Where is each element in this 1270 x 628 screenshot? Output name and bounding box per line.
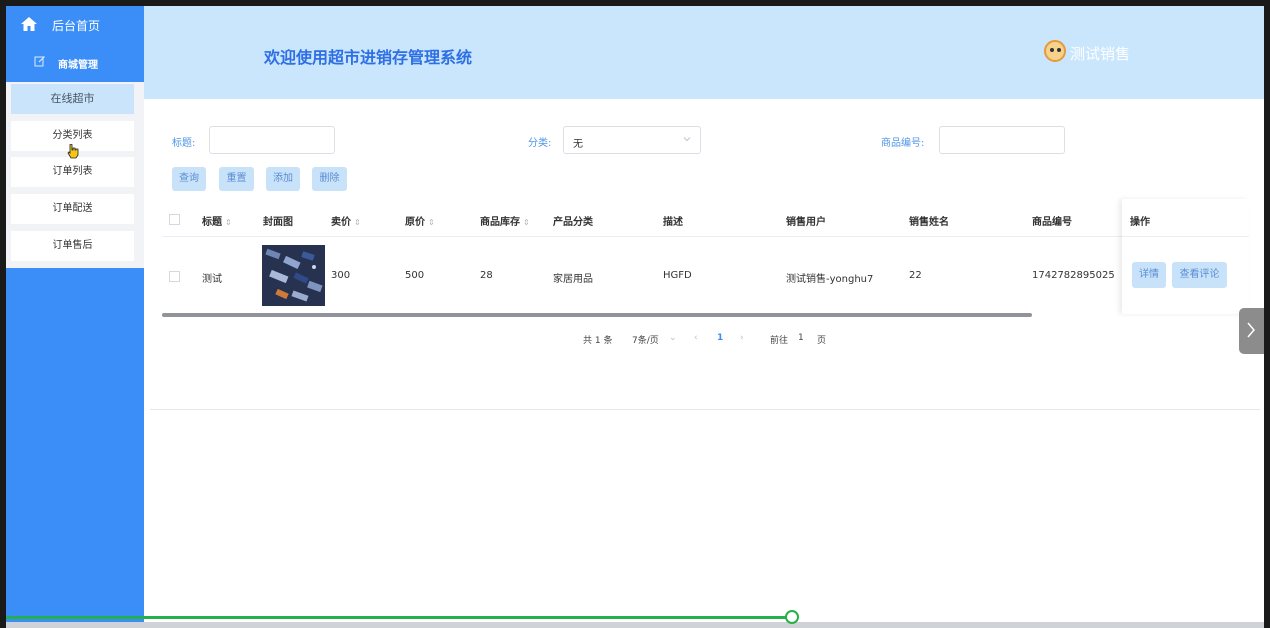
cell-category: 家居用品 (553, 274, 593, 285)
column-header-stock[interactable]: 商品库存 ⇕ (480, 213, 530, 228)
goto-label: 前往 (770, 336, 789, 346)
reset-button[interactable]: 重置 (219, 167, 254, 191)
cell-desc: HGFD (663, 270, 692, 281)
sort-icon[interactable]: ⇕ (523, 218, 530, 227)
operations-column: 操作 (1122, 199, 1249, 314)
column-header-code: 商品编号 (1032, 217, 1072, 228)
column-header-seller-name: 销售姓名 (909, 217, 949, 228)
sort-icon[interactable]: ⇕ (225, 218, 232, 227)
row-checkbox[interactable] (169, 271, 180, 282)
top-header: 欢迎使用超市进销存管理系统 测试销售 (144, 6, 1264, 99)
sidebar-submenu: 在线超市 分类列表 订单列表 订单配送 订单售后 (6, 82, 144, 268)
column-header-title[interactable]: 标题 ⇕ (202, 213, 232, 228)
column-header-orig-price[interactable]: 原价 ⇕ (405, 213, 435, 228)
cell-seller-user: 测试销售-yonghu7 (786, 274, 874, 285)
chevron-down-icon (683, 137, 691, 142)
table-header-divider (162, 236, 1247, 237)
product-image (262, 245, 325, 306)
column-header-category: 产品分类 (553, 217, 593, 228)
view-reviews-button[interactable]: 查看评论 (1172, 262, 1227, 288)
avatar[interactable] (1044, 40, 1066, 62)
progress-knob[interactable] (785, 610, 799, 624)
content-divider (150, 409, 1260, 410)
title-input[interactable] (209, 126, 335, 154)
sidebar-group-label: 商城管理 (58, 60, 98, 71)
detail-button[interactable]: 详情 (1132, 262, 1166, 288)
page-title: 欢迎使用超市进销存管理系统 (264, 48, 473, 67)
page-suffix: 页 (817, 336, 827, 346)
category-label: 分类: (528, 138, 552, 149)
query-button[interactable]: 查询 (172, 167, 206, 191)
page-size-select[interactable]: 7条/页 (632, 333, 659, 346)
column-header-seller-user: 销售用户 (786, 217, 826, 228)
column-price-label: 卖价 (331, 217, 351, 228)
sidebar-item-online-market[interactable]: 在线超市 (11, 84, 134, 114)
column-title-label: 标题 (202, 217, 222, 228)
pagination-total: 共 1 条 (583, 336, 613, 346)
sort-icon[interactable]: ⇕ (428, 218, 435, 227)
prev-page-icon[interactable]: ‹ (694, 333, 698, 343)
user-name[interactable]: 测试销售 (1070, 43, 1130, 64)
column-stock-label: 商品库存 (480, 217, 520, 228)
cell-price: 300 (331, 270, 351, 281)
cell-stock: 28 (480, 270, 493, 281)
column-header-ops: 操作 (1130, 217, 1150, 228)
sidebar-home-label: 后台首页 (52, 19, 101, 33)
home-icon (21, 17, 37, 31)
app-frame: 后台首页 商城管理 在线超市 分类列表 订单列表 订单配送 订单售后 欢迎使用超… (6, 6, 1264, 628)
sidebar: 后台首页 商城管理 在线超市 分类列表 订单列表 订单配送 订单售后 (6, 6, 144, 628)
cell-code: 1742782895025 (1032, 270, 1115, 281)
ops-header-divider (1122, 236, 1249, 237)
cell-title: 测试 (202, 274, 222, 285)
category-select-value: 无 (573, 139, 583, 150)
cell-orig-price: 500 (405, 270, 425, 281)
chevron-right-icon (1247, 322, 1255, 338)
sidebar-home[interactable]: 后台首页 (6, 6, 144, 42)
current-page[interactable]: 1 (717, 333, 723, 343)
add-button[interactable]: 添加 (266, 167, 300, 191)
sidebar-item-after-sales[interactable]: 订单售后 (11, 231, 134, 261)
page-size-chevron-icon[interactable]: ⌄ (669, 333, 677, 343)
expand-panel-button[interactable] (1239, 308, 1264, 354)
column-header-price[interactable]: 卖价 ⇕ (331, 213, 361, 228)
category-select[interactable]: 无 (563, 126, 701, 154)
edit-icon (34, 56, 45, 67)
cover-image[interactable] (262, 245, 325, 306)
hand-cursor-icon (67, 144, 79, 159)
table-horizontal-scrollbar[interactable] (162, 313, 1032, 317)
column-header-cover: 封面图 (263, 217, 293, 228)
column-header-desc: 描述 (663, 217, 683, 228)
sort-icon[interactable]: ⇕ (354, 218, 361, 227)
code-label: 商品编号: (881, 138, 925, 149)
next-page-icon[interactable]: › (740, 333, 744, 343)
sidebar-item-order-list[interactable]: 订单列表 (11, 157, 134, 187)
code-input[interactable] (939, 126, 1065, 154)
cell-seller-name: 22 (909, 270, 922, 281)
goto-page-input[interactable]: 1 (798, 333, 804, 343)
video-progress-bar[interactable] (6, 616, 786, 619)
bottom-bar (6, 622, 1264, 628)
column-orig-price-label: 原价 (405, 217, 425, 228)
title-label: 标题: (172, 138, 196, 149)
sidebar-group-mall[interactable]: 商城管理 (6, 46, 144, 76)
sidebar-item-order-delivery[interactable]: 订单配送 (11, 194, 134, 224)
select-all-checkbox[interactable] (169, 214, 180, 225)
delete-button[interactable]: 删除 (312, 167, 347, 191)
